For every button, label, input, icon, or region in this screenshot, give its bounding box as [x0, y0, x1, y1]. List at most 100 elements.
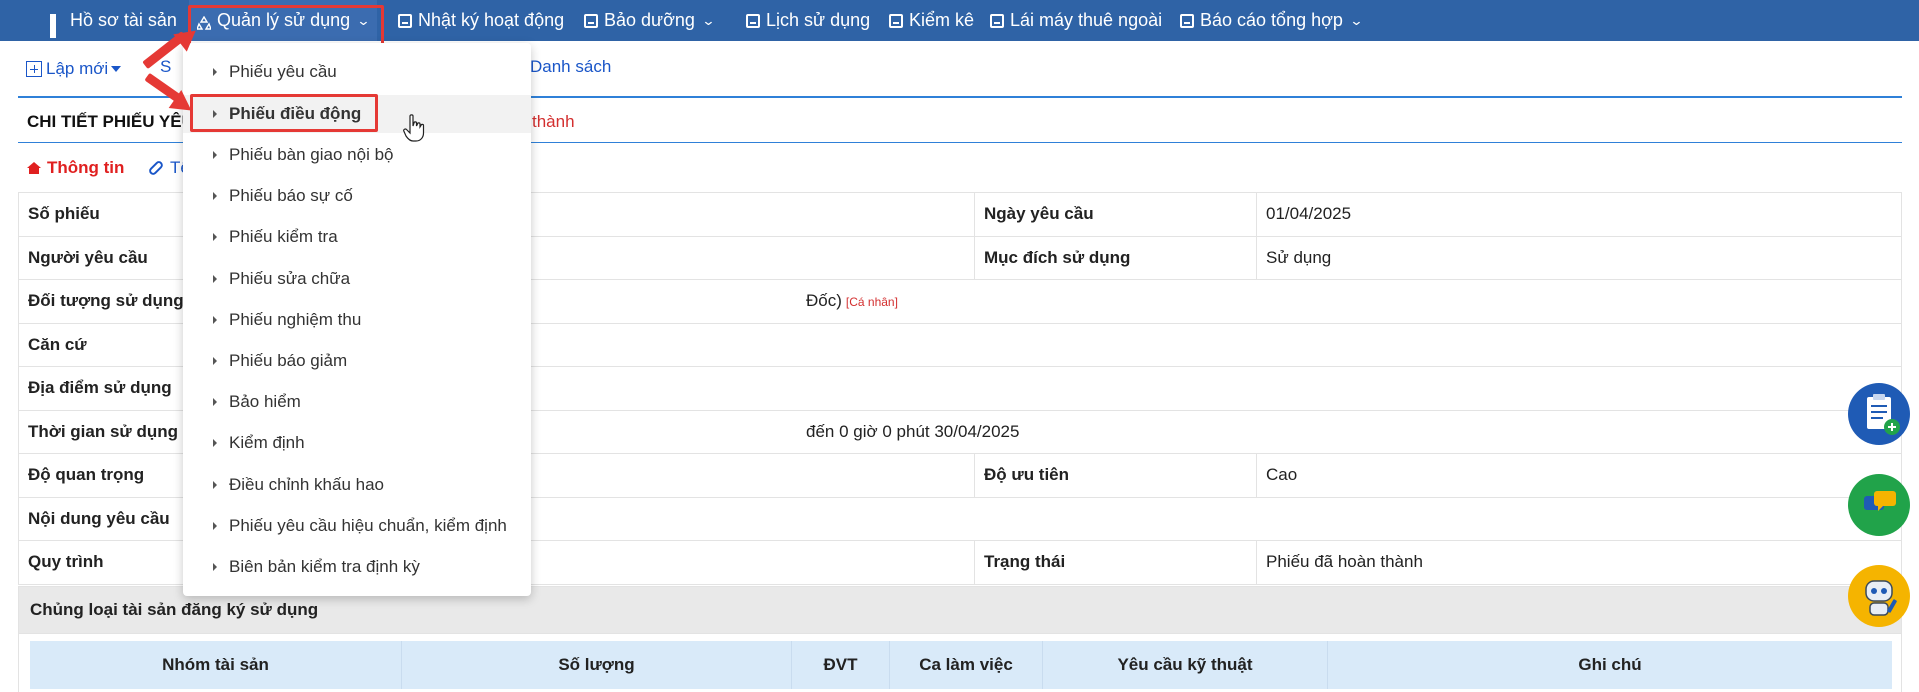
menu-item-reduction-report[interactable]: Phiếu báo giảm — [183, 342, 531, 380]
menu-item-label: Phiếu nghiệm thu — [229, 310, 362, 329]
nav-activity-log-label: Nhật ký hoạt động — [418, 10, 565, 30]
field-label: Ngày yêu cầu — [974, 192, 1257, 237]
chevron-down-icon: ⌄ — [701, 12, 716, 28]
field-label: Trạng thái — [974, 540, 1257, 585]
bullet-icon — [213, 192, 217, 200]
tab-info[interactable]: Thông tin — [27, 158, 124, 178]
field-value: Cao — [1256, 453, 1902, 498]
nav-usage-management-label: Quản lý sử dụng — [217, 10, 351, 30]
menu-item-inspection-form[interactable]: Phiếu kiểm tra — [183, 218, 531, 256]
menu-item-label: Phiếu báo sự cố — [229, 186, 353, 205]
toolbar-partial-button[interactable]: S — [160, 57, 171, 77]
menu-item-label: Biên bản kiểm tra định kỳ — [229, 557, 420, 576]
column-header: ĐVT — [792, 641, 890, 689]
nav-inventory[interactable]: Kiểm kê — [889, 0, 974, 41]
clipboard-add-icon — [1867, 394, 1900, 435]
home-icon — [27, 162, 41, 174]
bullet-icon — [213, 357, 217, 365]
link-icon — [147, 159, 165, 177]
bullet-icon — [213, 439, 217, 447]
hand-pointer-icon — [403, 114, 425, 142]
nav-usage-calendar[interactable]: Lịch sử dụng — [746, 0, 870, 41]
robot-support-icon — [1865, 580, 1897, 616]
menu-item-label: Phiếu bàn giao nội bộ — [229, 145, 394, 164]
column-header: Ca làm việc — [890, 641, 1043, 689]
bullet-icon — [213, 481, 217, 489]
nav-usage-calendar-label: Lịch sử dụng — [766, 10, 871, 30]
asset-table-header: Nhóm tài sản Số lượng ĐVT Ca làm việc Yê… — [30, 641, 1892, 689]
save-icon — [398, 13, 412, 28]
robot-support-fab[interactable] — [1848, 565, 1910, 627]
personal-tag: [Cá nhân] — [845, 295, 898, 310]
menu-item-request-form[interactable]: Phiếu yêu cầu — [183, 53, 531, 91]
bullet-icon — [213, 110, 217, 118]
menu-item-label: Phiếu kiểm tra — [229, 227, 338, 246]
menu-item-certification[interactable]: Kiểm định — [183, 424, 531, 462]
field-label: Mục đích sử dụng — [974, 235, 1257, 280]
bullet-icon — [213, 275, 217, 283]
maintenance-icon — [584, 13, 598, 28]
menu-item-insurance[interactable]: Bảo hiểm — [183, 383, 531, 421]
nav-activity-log[interactable]: Nhật ký hoạt động — [398, 0, 564, 41]
chevron-down-icon: ⌄ — [1349, 12, 1364, 28]
menu-item-incident-report[interactable]: Phiếu báo sự cố — [183, 177, 531, 215]
bullet-icon — [213, 316, 217, 324]
menu-item-depreciation-adjustment[interactable]: Điều chỉnh khấu hao — [183, 466, 531, 504]
menu-item-repair-form[interactable]: Phiếu sửa chữa — [183, 260, 531, 298]
menu-item-label: Phiếu yêu cầu — [229, 62, 337, 81]
nav-inventory-label: Kiểm kê — [909, 10, 975, 30]
recycle-icon — [195, 14, 213, 30]
clipboard-add-fab[interactable] — [1848, 383, 1910, 445]
chevron-down-icon: ⌄ — [356, 12, 371, 28]
bullet-icon — [213, 151, 217, 159]
nav-maintenance-label: Bảo dưỡng — [604, 10, 695, 30]
monitor-icon — [1180, 13, 1194, 28]
section-title: CHI TIẾT PHIẾU YÊU — [27, 112, 194, 131]
caret-down-icon[interactable] — [111, 66, 122, 72]
menu-item-acceptance-form[interactable]: Phiếu nghiệm thu — [183, 301, 531, 339]
tab-info-label: Thông tin — [47, 158, 125, 177]
chat-icon — [1864, 491, 1896, 511]
field-value: Đốc) — [806, 291, 842, 311]
menu-item-label: Phiếu yêu cầu hiệu chuẩn, kiểm định — [229, 516, 507, 535]
menu-item-periodic-inspection[interactable]: Biên bản kiểm tra định kỳ — [183, 548, 531, 586]
section-status: thành — [532, 112, 575, 131]
column-header: Ghi chú — [1578, 655, 1642, 674]
plus-square-icon — [26, 61, 42, 77]
nav-asset-records[interactable]: Hồ sơ tài sản — [50, 0, 177, 41]
nav-maintenance[interactable]: Bảo dưỡng ⌄ — [584, 0, 716, 41]
nav-usage-management[interactable]: Quản lý sử dụng ⌄ — [189, 0, 378, 41]
top-navigation-bar: Hồ sơ tài sản Quản lý sử dụng ⌄ Nhật ký … — [0, 0, 1919, 41]
nav-summary-reports[interactable]: Báo cáo tổng hợp ⌄ — [1180, 0, 1364, 41]
menu-item-label: Kiểm định — [229, 433, 305, 452]
menu-item-label: Phiếu sửa chữa — [229, 269, 351, 288]
inventory-icon — [889, 13, 903, 28]
menu-item-label: Bảo hiểm — [229, 392, 301, 411]
id-card-icon — [990, 13, 1004, 28]
bullet-icon — [213, 398, 217, 406]
nav-asset-records-label: Hồ sơ tài sản — [70, 10, 177, 30]
grid-icon — [50, 13, 64, 38]
list-button[interactable]: Danh sách — [530, 57, 611, 77]
column-header: Số lượng — [402, 641, 792, 689]
calendar-icon — [746, 13, 760, 28]
bullet-icon — [213, 522, 217, 530]
usage-management-dropdown: Phiếu yêu cầu Phiếu điều động Phiếu bàn … — [183, 43, 531, 596]
menu-item-label: Phiếu điều động — [229, 104, 362, 123]
column-header: Yêu cầu kỹ thuật — [1043, 641, 1328, 689]
menu-item-dispatch-form[interactable]: Phiếu điều động — [183, 95, 531, 133]
column-header: Nhóm tài sản — [30, 641, 402, 689]
toolbar: Lập mới — [26, 56, 122, 82]
field-label: Độ ưu tiên — [974, 453, 1257, 498]
menu-item-label: Điều chỉnh khấu hao — [229, 475, 385, 494]
menu-item-label: Phiếu báo giảm — [229, 351, 348, 370]
bullet-icon — [213, 233, 217, 241]
menu-item-internal-handover[interactable]: Phiếu bàn giao nội bộ — [183, 136, 531, 174]
new-button-label[interactable]: Lập mới — [46, 59, 108, 79]
menu-item-calibration-request[interactable]: Phiếu yêu cầu hiệu chuẩn, kiểm định — [183, 507, 531, 545]
field-value: Phiếu đã hoàn thành — [1256, 540, 1902, 585]
nav-outsourced-operators-label: Lái máy thuê ngoài — [1010, 10, 1163, 30]
chat-fab[interactable] — [1848, 474, 1910, 536]
bullet-icon — [213, 563, 217, 571]
nav-outsourced-operators[interactable]: Lái máy thuê ngoài — [990, 0, 1162, 41]
